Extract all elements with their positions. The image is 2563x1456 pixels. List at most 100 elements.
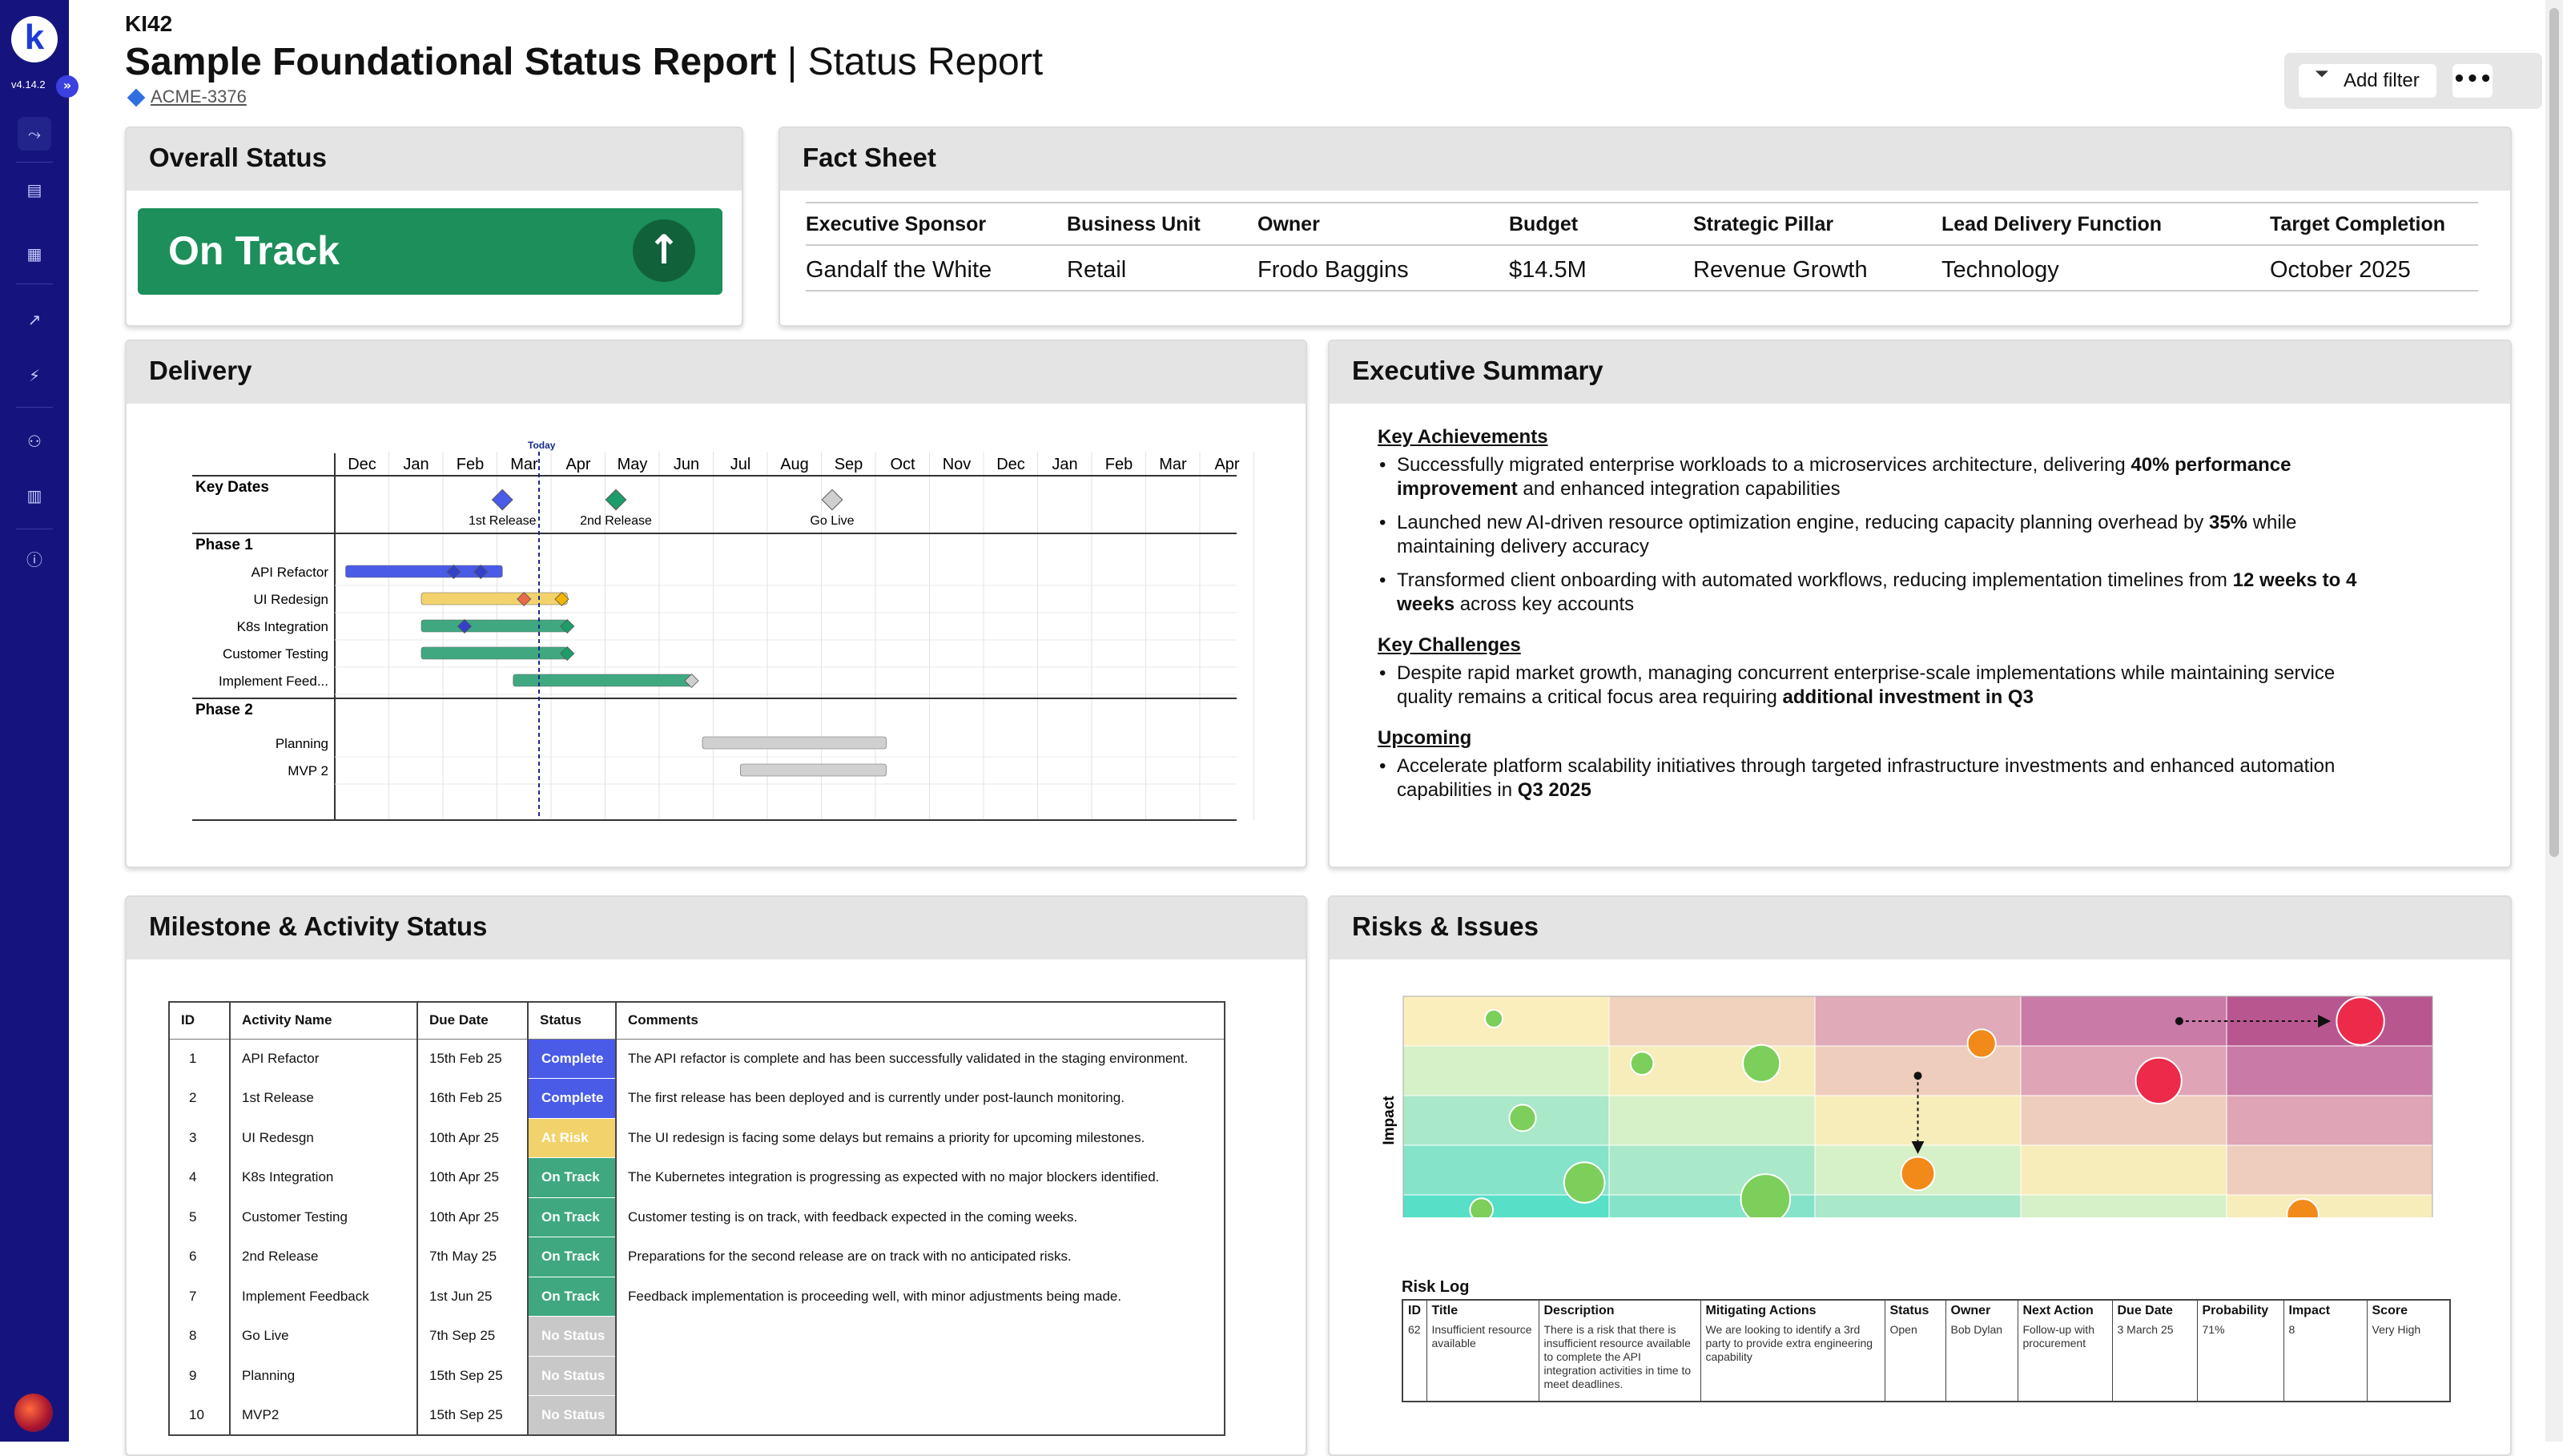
task-bar[interactable] xyxy=(513,674,692,687)
card-title: Delivery xyxy=(127,341,1306,404)
risk-bubble[interactable] xyxy=(1469,1197,1494,1217)
calendar-icon[interactable]: ▦ xyxy=(18,237,51,271)
status-banner: On Track ↑ xyxy=(138,208,722,295)
task-label: K8s Integration xyxy=(237,619,328,634)
risk-bubble[interactable] xyxy=(1563,1161,1606,1204)
heatmap-cell xyxy=(2020,1045,2227,1096)
user-avatar[interactable] xyxy=(14,1394,53,1432)
heatmap-cell xyxy=(2020,1194,2227,1217)
today-label: Today xyxy=(528,440,556,451)
add-filter-button[interactable]: ⏷ Add filter xyxy=(2299,64,2436,98)
task-bar[interactable] xyxy=(420,646,568,660)
row-id: 5 xyxy=(169,1197,231,1237)
page-title: Sample Foundational Status Report | Stat… xyxy=(125,40,1043,84)
summary-item: Accelerate platform scalability initiati… xyxy=(1378,754,2395,802)
activity-name: Implement Feedback xyxy=(230,1277,418,1317)
summary-text: across key accounts xyxy=(1455,593,1635,615)
activity-comment xyxy=(616,1356,1225,1396)
app-logo[interactable]: k xyxy=(11,16,58,62)
ticket-link[interactable]: ACME-3376 xyxy=(127,86,247,107)
more-options-button[interactable]: ••• xyxy=(2452,64,2493,98)
fact-value: Revenue Growth xyxy=(1693,245,1941,292)
month-tick: Jul xyxy=(730,456,751,473)
summary-item: Successfully migrated enterprise workloa… xyxy=(1378,453,2395,501)
routes-icon[interactable]: ⤳ xyxy=(18,117,51,151)
due-date: 10th Apr 25 xyxy=(417,1118,529,1158)
risk-log-cell: Bob Dylan xyxy=(1945,1321,2018,1402)
table-row: 5 Customer Testing 10th Apr 25 On Track Cust… xyxy=(169,1197,1225,1237)
risk-log-cell: 71% xyxy=(2197,1321,2284,1402)
summary-highlight: additional investment in Q3 xyxy=(1782,686,2034,708)
task-label: MVP 2 xyxy=(288,763,328,778)
month-tick: Jan xyxy=(403,456,429,473)
card-title: Executive Summary xyxy=(1330,341,2510,404)
plug-icon[interactable]: ⚡ xyxy=(18,359,51,392)
risk-heatmap: ImpactProbability xyxy=(1381,995,2433,1217)
task-bar[interactable] xyxy=(420,592,568,605)
task-label: API Refactor xyxy=(251,565,329,580)
risk-bubble[interactable] xyxy=(1900,1156,1936,1192)
due-date: 15th Feb 25 xyxy=(417,1039,529,1079)
chart-icon[interactable]: ↗ xyxy=(18,303,51,336)
fact-value: Retail xyxy=(1067,245,1257,292)
status-badge: No Status xyxy=(528,1395,617,1436)
summary-heading: Upcoming xyxy=(1378,727,1472,749)
risk-bubble[interactable] xyxy=(1742,1044,1781,1083)
risk-log-cell: 3 March 25 xyxy=(2112,1321,2198,1402)
risk-log-cell: Insufficient resource available xyxy=(1426,1321,1539,1402)
heatmap-cell xyxy=(2020,1144,2227,1196)
activity-comment xyxy=(616,1395,1225,1435)
row-id: 4 xyxy=(169,1157,231,1197)
milestone-marker[interactable] xyxy=(491,489,513,511)
activity-name: 2nd Release xyxy=(230,1237,418,1277)
funnel-icon: ⏷ xyxy=(2315,64,2329,84)
fact-value: $14.5M xyxy=(1509,245,1693,292)
due-date: 1st Jun 25 xyxy=(417,1277,529,1317)
risk-bubble[interactable] xyxy=(1629,1051,1655,1076)
month-tick: Aug xyxy=(780,456,809,473)
status-badge: On Track xyxy=(528,1157,617,1198)
task-bar[interactable] xyxy=(420,619,568,633)
overall-status-card: Overall Status On Track ↑ xyxy=(125,127,743,327)
report-code: KI42 xyxy=(125,11,173,36)
risk-log-cell: 8 xyxy=(2283,1321,2368,1402)
milestone-marker[interactable] xyxy=(605,489,627,511)
row-id: 9 xyxy=(169,1356,231,1396)
milestone-marker[interactable] xyxy=(821,489,843,511)
month-tick: Apr xyxy=(1214,456,1239,473)
summary-text: Transformed client onboarding with autom… xyxy=(1397,569,2233,591)
risk-log-header: Status xyxy=(1885,1300,1946,1321)
summary-text: Launched new AI-driven resource optimiza… xyxy=(1397,512,2209,533)
due-date: 7th Sep 25 xyxy=(417,1316,529,1356)
risk-bubble[interactable] xyxy=(2134,1056,2183,1104)
milestone-card: Milestone & Activity Status ID Activity N… xyxy=(125,895,1307,1456)
page-scrollbar[interactable] xyxy=(2545,0,2563,1442)
heatmap-cell xyxy=(1402,995,1610,1047)
due-date: 15th Sep 25 xyxy=(417,1395,529,1435)
expand-sidebar-icon[interactable]: » xyxy=(56,75,78,98)
risk-log-table: ID Title Description Mitigating Actions Stat… xyxy=(1402,1299,2451,1402)
risk-bubble[interactable] xyxy=(1484,1008,1504,1028)
risk-bubble[interactable] xyxy=(1508,1104,1537,1132)
jira-diamond-icon xyxy=(127,88,146,107)
task-bar[interactable] xyxy=(702,736,887,750)
task-bar[interactable] xyxy=(739,763,887,777)
ticket-id[interactable]: ACME-3376 xyxy=(151,86,247,107)
risk-log-cell: There is a risk that there is insufficie… xyxy=(1539,1321,1701,1402)
month-tick: Feb xyxy=(1105,456,1133,473)
risk-bubble[interactable] xyxy=(2336,996,2385,1046)
task-label: Implement Feed... xyxy=(219,674,328,689)
team-icon[interactable]: ⚇ xyxy=(18,424,51,458)
scrollbar-thumb[interactable] xyxy=(2549,8,2559,857)
fact-header: Executive Sponsor xyxy=(806,202,1067,246)
activity-name: MVP2 xyxy=(230,1395,418,1435)
risk-log-cell: Open xyxy=(1885,1321,1946,1402)
risk-bubble[interactable] xyxy=(1966,1028,1997,1059)
building-icon[interactable]: ▥ xyxy=(18,479,51,513)
risk-bubble[interactable] xyxy=(1740,1173,1792,1217)
info-icon[interactable]: ⓘ xyxy=(18,543,51,577)
heatmap-cell xyxy=(1608,1095,1816,1146)
briefcase-icon[interactable]: ▤ xyxy=(18,173,51,207)
summary-item: Transformed client onboarding with autom… xyxy=(1378,569,2395,617)
heatmap-cell xyxy=(2020,1095,2227,1146)
